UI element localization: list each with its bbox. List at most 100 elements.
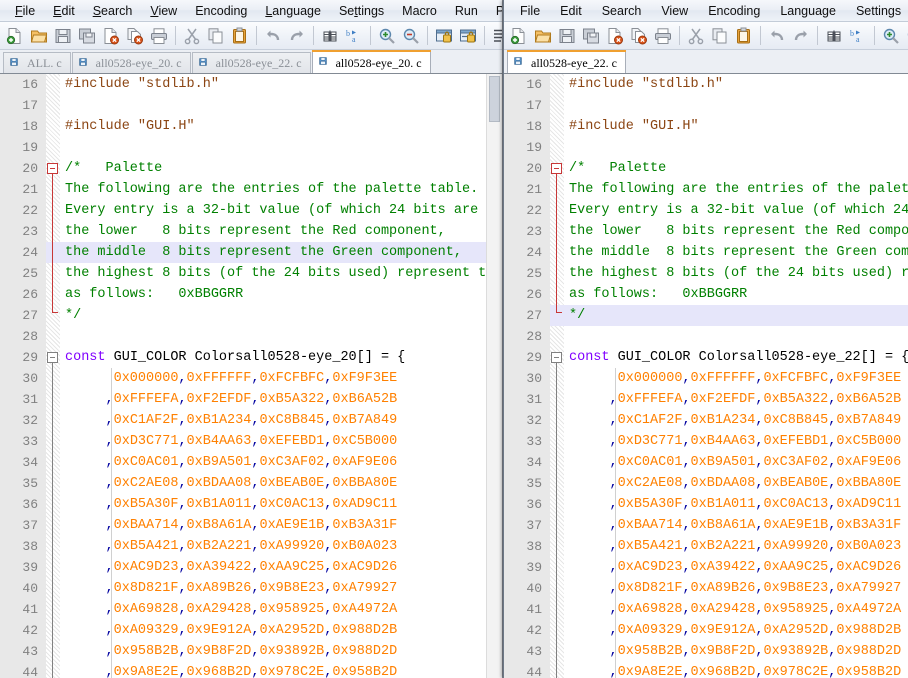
code-line[interactable]: const GUI_COLOR Colorsall0528-eye_20[] =… [60, 347, 502, 368]
code-line[interactable]: ,0xC1AF2F,0xB1A234,0xC8B845,0xB7A849 [60, 410, 502, 431]
zoom-in-icon[interactable] [375, 24, 399, 48]
code-line[interactable]: /* Palette [60, 158, 502, 179]
open-file-icon[interactable] [531, 24, 555, 48]
code-line[interactable]: ,0xA09329,0x9E912A,0xA2952D,0x988D2B [60, 620, 502, 641]
fold-toggle-comment-block[interactable] [551, 163, 562, 174]
code-line[interactable] [564, 95, 908, 116]
code-line[interactable]: ,0xA69828,0xA29428,0x958925,0xA4972A [60, 599, 502, 620]
toolbar-left[interactable]: ba [0, 22, 502, 50]
fold-margin-left[interactable] [46, 74, 60, 678]
copy-icon[interactable] [204, 24, 228, 48]
find-icon[interactable] [318, 24, 342, 48]
sync-vertical-scroll-icon[interactable] [432, 24, 456, 48]
code-line[interactable]: the highest 8 bits (of the 24 bits used)… [564, 263, 908, 284]
scrollbar-thumb[interactable] [489, 76, 500, 122]
code-line[interactable]: the highest 8 bits (of the 24 bits used)… [60, 263, 502, 284]
undo-icon[interactable] [261, 24, 285, 48]
print-icon[interactable] [651, 24, 675, 48]
paste-icon[interactable] [732, 24, 756, 48]
menu-item-macro[interactable]: Macro [393, 2, 446, 20]
code-line[interactable]: ,0xB5A421,0xB2A221,0xA99920,0xB0A023 [60, 536, 502, 557]
code-text-area-left[interactable]: #include "stdlib.h" #include "GUI.H" /* … [60, 74, 502, 678]
code-line[interactable]: ,0xFFFEFA,0xF2EFDF,0xB5A322,0xB6A52B [60, 389, 502, 410]
toolbar-right[interactable]: ba [504, 22, 908, 50]
fold-toggle-array-block[interactable] [551, 352, 562, 363]
notepadpp-window-left[interactable]: File Edit Search View Encoding Language Settin… [0, 0, 503, 678]
tab-active[interactable]: all0528-eye_22. c [507, 50, 626, 74]
code-line[interactable] [564, 326, 908, 347]
code-line[interactable]: Every entry is a 32-bit value (of which … [60, 200, 502, 221]
tab[interactable]: all0528-eye_20. c [71, 52, 191, 74]
menu-item-encoding[interactable]: Encoding [186, 2, 256, 20]
tab-bar-left[interactable]: ALL. c all0528-eye_20. c all0528-eye_22. c… [0, 50, 502, 75]
zoom-out-icon[interactable] [399, 24, 423, 48]
code-text-area-right[interactable]: #include "stdlib.h" #include "GUI.H" /* … [564, 74, 908, 678]
code-line[interactable]: const GUI_COLOR Colorsall0528-eye_22[] =… [564, 347, 908, 368]
code-line[interactable]: */ [564, 305, 908, 326]
print-icon[interactable] [147, 24, 171, 48]
code-line[interactable]: The following are the entries of the pal… [564, 179, 908, 200]
cut-icon[interactable] [180, 24, 204, 48]
code-line[interactable] [60, 95, 502, 116]
code-line[interactable]: #include "GUI.H" [564, 116, 908, 137]
code-line[interactable]: ,0xAC9D23,0xA39422,0xAA9C25,0xAC9D26 [60, 557, 502, 578]
code-line[interactable]: the middle 8 bits represent the Green co… [60, 242, 502, 263]
code-line[interactable]: The following are the entries of the pal… [60, 179, 502, 200]
close-file-icon[interactable] [99, 24, 123, 48]
code-line[interactable]: the lower 8 bits represent the Red compo… [60, 221, 502, 242]
close-all-icon[interactable] [627, 24, 651, 48]
open-file-icon[interactable] [27, 24, 51, 48]
editor-right[interactable]: 16 17 18 19 20 21 22 23 24 25 26 27 28 29 30 31 32 33 34 35… [504, 73, 908, 678]
menu-item-file[interactable]: File [6, 2, 44, 20]
replace-icon[interactable]: ba [846, 24, 870, 48]
notepadpp-window-right[interactable]: File Edit Search View Encoding Language Settin… [503, 0, 908, 678]
tab[interactable]: all0528-eye_22. c [191, 52, 311, 74]
code-line[interactable]: ,0xC2AE08,0xBDAA08,0xBEAB0E,0xBBA80E [60, 473, 502, 494]
code-line[interactable]: #include "stdlib.h" [60, 74, 502, 95]
menu-item-settings[interactable]: Settings [846, 2, 908, 20]
save-all-icon[interactable] [75, 24, 99, 48]
editor-left[interactable]: 16 17 18 19 20 21 22 23 24 25 26 27 28 29 30 31 32 33 34 35… [0, 73, 502, 678]
redo-icon[interactable] [285, 24, 309, 48]
menu-item-file[interactable]: File [510, 2, 550, 20]
menu-item-run[interactable]: Run [446, 2, 487, 20]
menu-item-plugins[interactable]: Plugins [487, 2, 502, 20]
code-line[interactable]: ,0x958B2B,0x9B8F2D,0x93892B,0x988D2D [60, 641, 502, 662]
code-line[interactable]: the lower 8 bits represent the Red compo… [564, 221, 908, 242]
paste-icon[interactable] [228, 24, 252, 48]
close-file-icon[interactable] [603, 24, 627, 48]
save-icon[interactable] [555, 24, 579, 48]
vertical-scrollbar-left[interactable] [486, 74, 502, 678]
redo-icon[interactable] [789, 24, 813, 48]
menu-item-edit[interactable]: Edit [44, 2, 84, 20]
code-line[interactable]: #include "stdlib.h" [564, 74, 908, 95]
replace-icon[interactable]: ba [342, 24, 366, 48]
code-line[interactable]: ,0x9A8E2E,0x968B2D,0x978C2E,0x958B2D [60, 662, 502, 678]
code-line[interactable]: /* Palette [564, 158, 908, 179]
code-line[interactable]: ,0xD3C771,0xB4AA63,0xEFEBD1,0xC5B000 [60, 431, 502, 452]
new-file-icon[interactable] [507, 24, 531, 48]
code-line[interactable] [60, 137, 502, 158]
tab-active[interactable]: all0528-eye_20. c [311, 50, 431, 74]
menu-item-view[interactable]: View [651, 2, 698, 20]
copy-icon[interactable] [708, 24, 732, 48]
new-file-icon[interactable] [3, 24, 27, 48]
zoom-in-icon[interactable] [879, 24, 903, 48]
menu-item-edit[interactable]: Edit [550, 2, 592, 20]
fold-margin-right[interactable] [550, 74, 564, 678]
zoom-out-icon[interactable] [903, 24, 908, 48]
code-line[interactable]: */ [60, 305, 502, 326]
word-wrap-icon[interactable] [489, 24, 502, 48]
tab[interactable]: ALL. c [3, 52, 71, 74]
menu-bar-left[interactable]: File Edit Search View Encoding Language Settin… [0, 0, 502, 22]
save-icon[interactable] [51, 24, 75, 48]
code-line[interactable] [564, 137, 908, 158]
fold-toggle-array-block[interactable] [47, 352, 58, 363]
menu-item-search[interactable]: Search [592, 2, 652, 20]
cut-icon[interactable] [684, 24, 708, 48]
code-line[interactable]: ,0x8D821F,0xA89B26,0x9B8E23,0xA79927 [60, 578, 502, 599]
fold-toggle-comment-block[interactable] [47, 163, 58, 174]
code-line[interactable]: as follows: 0xBBGGRR [60, 284, 502, 305]
menu-item-settings[interactable]: Settings [330, 2, 393, 20]
code-line[interactable]: as follows: 0xBBGGRR [564, 284, 908, 305]
